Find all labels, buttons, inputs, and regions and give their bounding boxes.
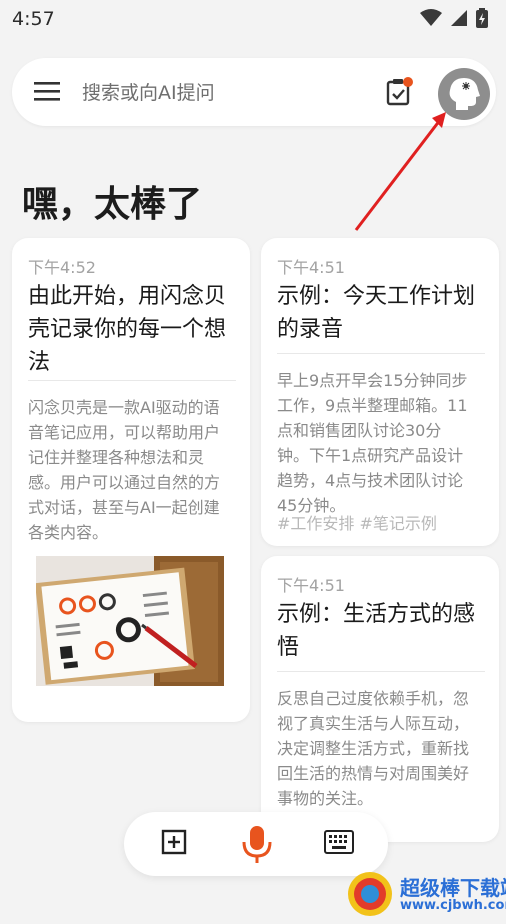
note-body-line: 回生活的热情与对周围美好 <box>277 764 470 783</box>
note-body-line: 音笔记应用，可以帮助用户 <box>28 423 221 442</box>
note-time: 下午4:52 <box>28 258 96 277</box>
note-time: 下午4:51 <box>277 576 345 595</box>
note-body-line: 趋势，4点与技术团队讨论 <box>277 471 464 490</box>
note-title: 示例：生活方式的感 悟 <box>277 598 491 664</box>
note-divider <box>28 380 236 381</box>
note-title-line: 悟 <box>277 635 300 660</box>
note-body-line: 记住并整理各种想法和灵 <box>28 448 205 467</box>
note-card[interactable]: 下午4:52 由此开始，用闪念贝 壳记录你的每一个想 法 闪念贝壳是一款AI驱动… <box>12 238 250 722</box>
note-body-line: 事物的关注。 <box>277 789 374 808</box>
keyboard-icon[interactable] <box>324 830 354 856</box>
note-card[interactable]: 下午4:51 示例：生活方式的感 悟 反思自己过度依赖手机，忽 视了真实生活与人… <box>261 556 499 842</box>
watermark-url: www.cjbwh.com <box>400 898 506 913</box>
watermark: 超级棒下载站 www.cjbwh.com <box>344 864 506 924</box>
note-divider <box>277 353 485 354</box>
note-time: 下午4:51 <box>277 258 345 277</box>
note-body-line: 工作，9点半整理邮箱。11 <box>277 396 468 415</box>
watermark-logo-icon <box>348 872 392 916</box>
note-title-line: 示例：今天工作计划 <box>277 284 476 309</box>
note-body-line: 感。用户可以通过自然的方 <box>28 473 221 492</box>
note-title-line: 由此开始，用闪念贝 <box>28 284 227 309</box>
note-body-line: 钟。下午1点研究产品设计 <box>277 446 464 465</box>
note-body-line: 决定调整生活方式，重新找 <box>277 739 470 758</box>
note-title: 由此开始，用闪念贝 壳记录你的每一个想 法 <box>28 280 242 379</box>
note-body: 反思自己过度依赖手机，忽 视了真实生活与人际互动， 决定调整生活方式，重新找 回… <box>277 686 499 811</box>
note-tags: #工作安排 #笔记示例 <box>277 514 437 533</box>
note-body-line: 反思自己过度依赖手机，忽 <box>277 689 470 708</box>
note-title-line: 示例：生活方式的感 <box>277 602 476 627</box>
mic-icon[interactable] <box>240 824 274 864</box>
note-divider <box>277 671 485 672</box>
page-title: 嘿，太棒了 <box>22 184 203 225</box>
add-note-icon[interactable] <box>160 828 190 858</box>
note-body-line: 早上9点开早会15分钟同步 <box>277 371 468 390</box>
note-image <box>36 556 224 686</box>
watermark-title: 超级棒下载站 <box>400 876 506 900</box>
note-body-line: 点和销售团队讨论30分 <box>277 421 442 440</box>
note-body: 闪念贝壳是一款AI驱动的语 音笔记应用，可以帮助用户 记住并整理各种想法和灵 感… <box>28 395 250 545</box>
note-title: 示例：今天工作计划 的录音 <box>277 280 491 346</box>
note-body-line: 闪念贝壳是一款AI驱动的语 <box>28 398 220 417</box>
note-title-line: 法 <box>28 350 51 375</box>
note-card[interactable]: 下午4:51 示例：今天工作计划 的录音 早上9点开早会15分钟同步 工作，9点… <box>261 238 499 546</box>
note-body-line: 式对话，甚至与AI一起创建 <box>28 498 220 517</box>
note-body-line: 各类内容。 <box>28 523 109 542</box>
note-body: 早上9点开早会15分钟同步 工作，9点半整理邮箱。11 点和销售团队讨论30分 … <box>277 368 499 518</box>
note-body-line: 视了真实生活与人际互动， <box>277 714 470 733</box>
note-title-line: 的录音 <box>277 317 344 342</box>
note-title-line: 壳记录你的每一个想 <box>28 317 227 342</box>
